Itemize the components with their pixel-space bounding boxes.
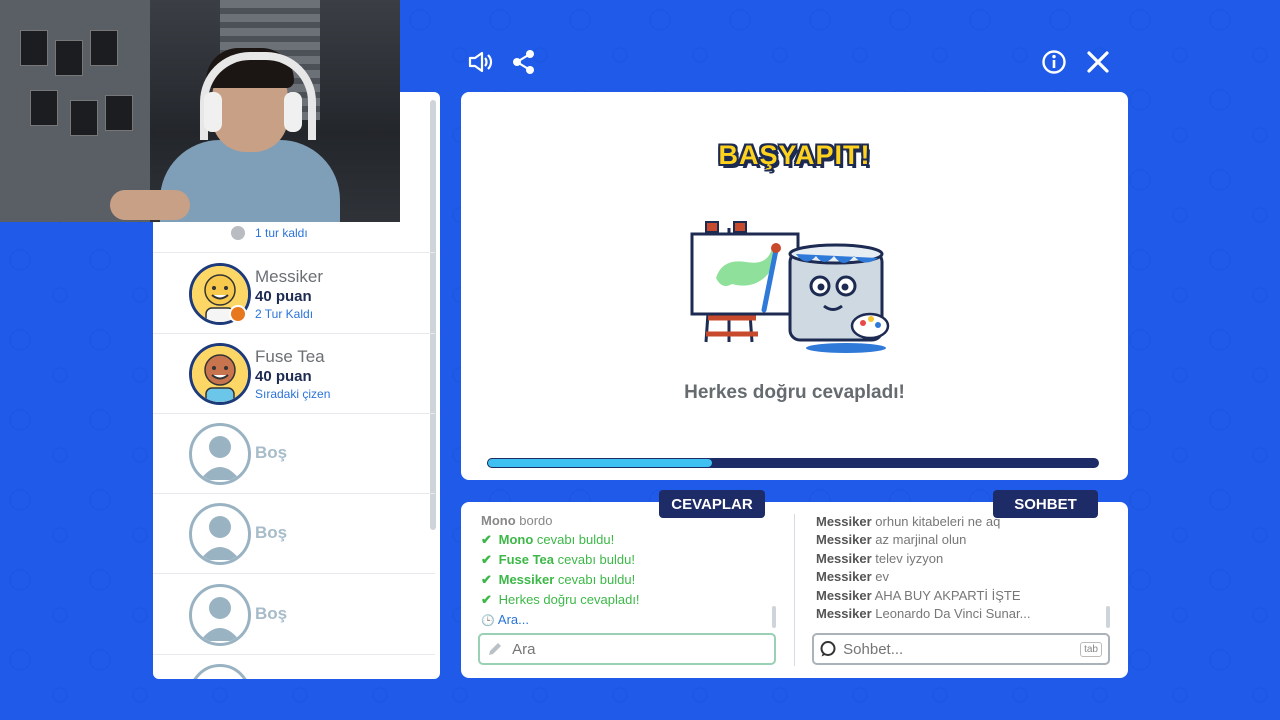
empty-avatar-icon: [189, 423, 251, 485]
share-icon[interactable]: [510, 48, 538, 76]
empty-avatar-icon: [189, 503, 251, 565]
check-icon: ✔: [481, 592, 492, 607]
round-result-caption: Herkes doğru cevapladı!: [684, 382, 905, 403]
check-icon: ✔: [481, 572, 492, 587]
empty-avatar-icon: [189, 584, 251, 646]
chat-message: Messiker orhun kitabeleri ne aq: [816, 514, 1001, 529]
chat-area: CEVAPLAR SOHBET Mono bordo ✔ Mono cevabı…: [461, 490, 1128, 678]
info-icon[interactable]: [1040, 48, 1068, 76]
round-timer-fill: [487, 458, 714, 468]
round-result-title: BAŞYAPIT!: [718, 140, 871, 170]
answer-line: ✔ Mono cevabı buldu!: [481, 532, 615, 547]
player-row[interactable]: Messiker 40 puan 2 Tur Kaldı: [153, 253, 435, 334]
answer-line: ✔ Fuse Tea cevabı buldu!: [481, 552, 635, 567]
chat-input[interactable]: [841, 639, 1081, 659]
answers-list: Mono bordo ✔ Mono cevabı buldu! ✔ Fuse T…: [481, 516, 781, 632]
chat-message: Messiker ev: [816, 569, 890, 585]
empty-slot[interactable]: Boş: [153, 574, 435, 655]
player-points: 40 puan: [255, 288, 312, 305]
chat-message: Messiker AHA BUY AKPARTİ İŞTE: [816, 587, 1021, 603]
empty-slot-label: Boş: [255, 443, 288, 462]
chat-message: Messiker telev iyzyon: [816, 550, 944, 566]
answer-line: Mono bordo: [481, 516, 553, 528]
empty-slot-label: Boş: [255, 523, 288, 542]
player-name: Fuse Tea: [255, 347, 325, 366]
empty-slot-label: Boş: [255, 604, 288, 623]
tab-answers[interactable]: CEVAPLAR: [659, 490, 765, 518]
chat-scrollbar[interactable]: [1106, 606, 1110, 628]
close-icon[interactable]: [1084, 48, 1112, 76]
check-icon: ✔: [481, 532, 492, 547]
status-badge: [229, 305, 247, 323]
player-status: 2 Tur Kaldı: [255, 307, 314, 321]
player-name: Messiker: [255, 267, 324, 286]
drawing-canvas[interactable]: BAŞYAPIT! Herkes doğru cevapladı!: [461, 92, 1128, 480]
chat-list: Messiker orhun kitabeleri ne aq Messiker…: [816, 514, 1086, 625]
empty-slot[interactable]: Boş: [153, 413, 435, 494]
check-icon: ✔: [481, 552, 492, 567]
easel-paint-bucket-icon: [686, 218, 906, 358]
brown-face-icon: [189, 343, 251, 405]
answers-scrollbar[interactable]: [772, 606, 776, 628]
player-row[interactable]: Fuse Tea 40 puan Sıradaki çizen: [153, 333, 435, 414]
empty-slot[interactable]: Boş: [153, 493, 435, 574]
player-points: 40 puan: [255, 368, 312, 385]
player-status: 1 tur kaldı: [255, 226, 308, 240]
pencil-icon: [480, 640, 510, 658]
answer-input[interactable]: [510, 639, 774, 659]
chat-input-box[interactable]: tab: [812, 633, 1110, 665]
empty-slot[interactable]: [153, 654, 435, 679]
player-status: Sıradaki çizen: [255, 387, 331, 401]
chat-message: Messiker az marjinal olun: [816, 532, 967, 547]
answer-line: 🕒 Ara...: [481, 612, 529, 627]
speech-bubble-icon: [814, 640, 841, 658]
volume-icon[interactable]: [466, 48, 494, 76]
tab-hint: tab: [1080, 641, 1102, 657]
webcam-overlay: [0, 0, 400, 222]
clock-icon: 🕒: [481, 615, 495, 627]
answer-line: ✔ Messiker cevabı buldu!: [481, 572, 636, 587]
answer-line: ✔ Herkes doğru cevapladı!: [481, 592, 640, 607]
round-timer-bar: [487, 458, 1099, 468]
answer-input-box[interactable]: [478, 633, 776, 665]
status-badge: [229, 224, 247, 242]
empty-avatar-icon: [189, 664, 251, 679]
panel-divider: [794, 514, 795, 666]
chat-message: Messiker Leonardo Da Vinci Sunar...: [816, 606, 1031, 622]
